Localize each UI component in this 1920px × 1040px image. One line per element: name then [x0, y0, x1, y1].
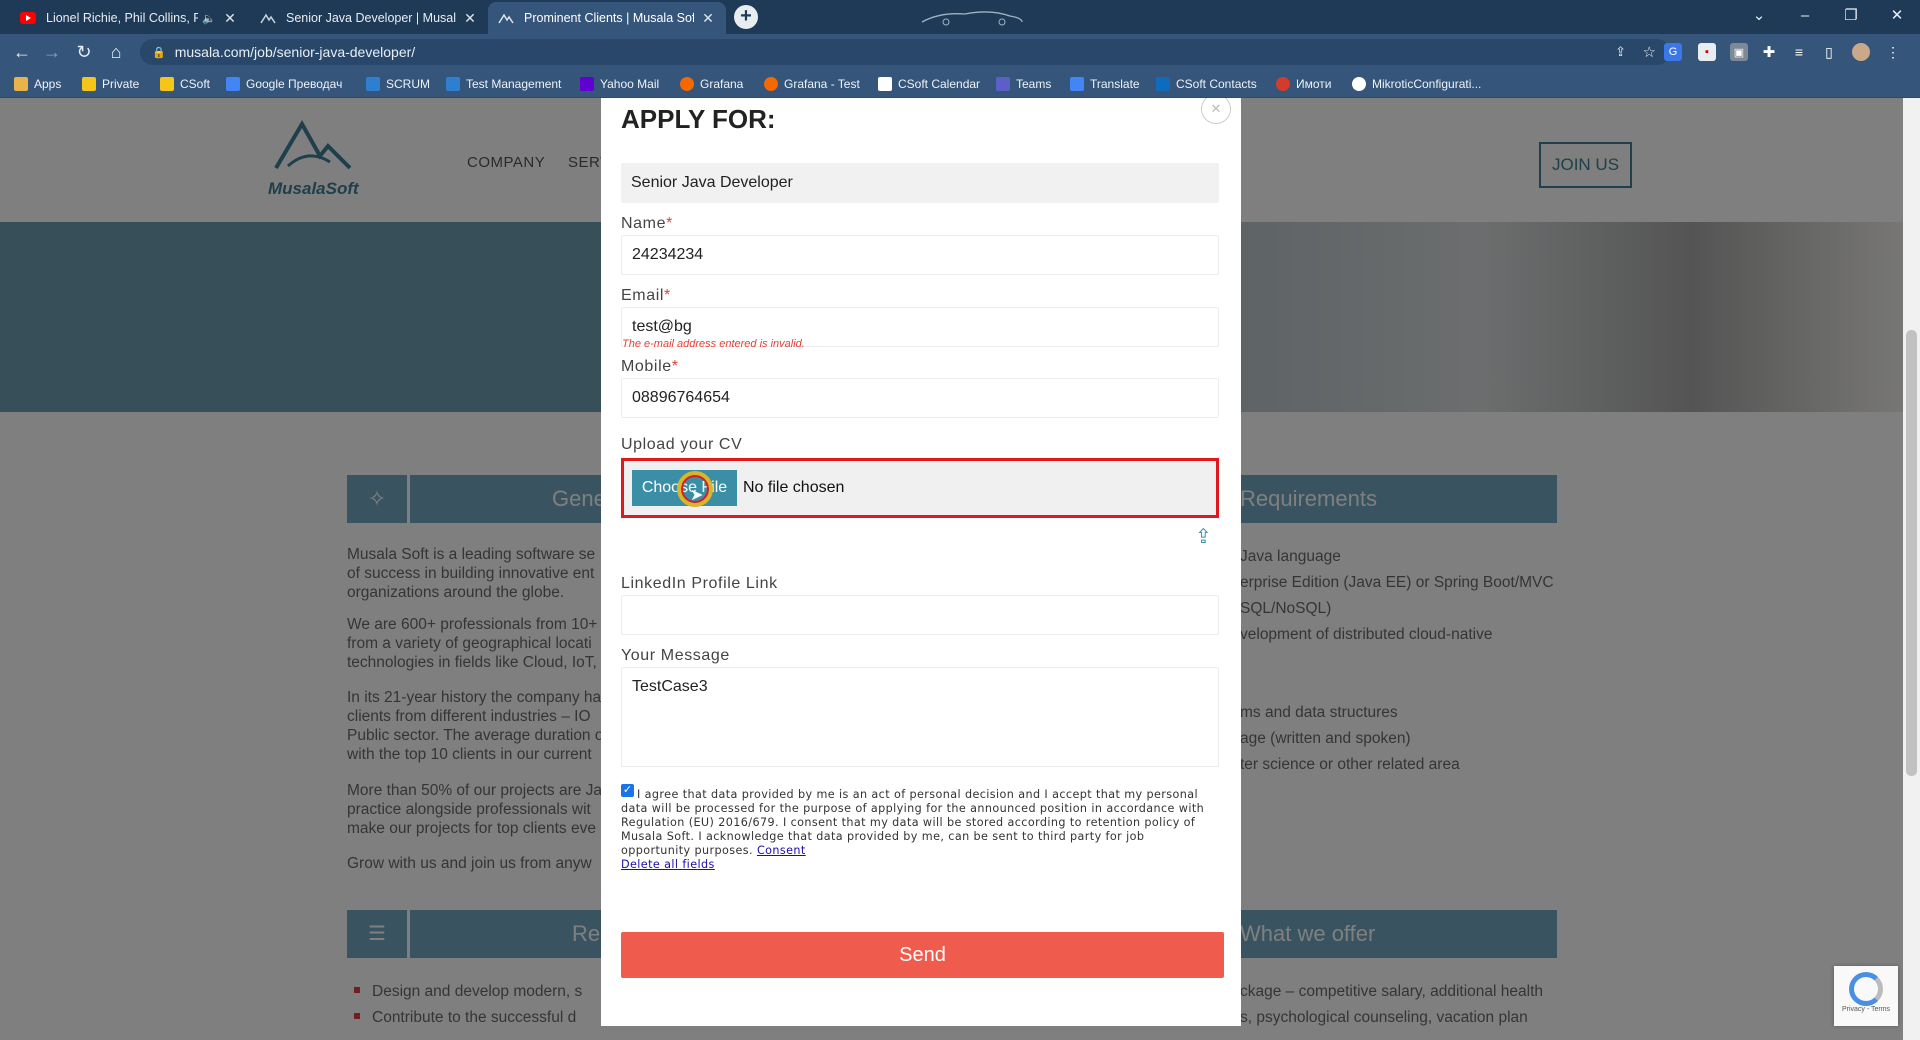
bookmark-apps[interactable]: Apps [14, 75, 61, 93]
bookmark-csoft-contacts[interactable]: CSoft Contacts [1156, 75, 1257, 93]
calendar-icon [878, 77, 892, 91]
jira-icon [446, 77, 460, 91]
musala-icon [260, 10, 276, 26]
bookmark-google-translate[interactable]: Google Преводач [226, 75, 342, 93]
audio-icon[interactable]: 🔈 [202, 12, 216, 25]
grafana-icon [680, 77, 694, 91]
close-tab-icon[interactable]: ✕ [462, 10, 478, 27]
name-label: Name* [621, 215, 673, 232]
google-translate-icon [226, 77, 240, 91]
extensions-icon[interactable]: ✚ [1760, 43, 1778, 61]
name-input[interactable]: 24234234 [621, 235, 1219, 275]
bookmarks-bar: Apps Private CSoft Google Преводач SCRUM… [0, 70, 1920, 98]
bookmark-test-management[interactable]: Test Management [446, 75, 561, 93]
bookmark-scrum[interactable]: SCRUM [366, 75, 430, 93]
bookmark-csoft-calendar[interactable]: CSoft Calendar [878, 75, 980, 93]
close-tab-icon[interactable]: ✕ [222, 10, 238, 27]
bookmark-grafana-test[interactable]: Grafana - Test [764, 75, 860, 93]
bookmark-mikrotik[interactable]: MikroticConfigurati... [1352, 75, 1481, 93]
url-text: musala.com/job/senior-java-developer/ [174, 44, 416, 60]
tab-prominent-clients[interactable]: Prominent Clients | Musala Soft ✕ [488, 2, 726, 34]
tab-senior-java[interactable]: Senior Java Developer | Musala S ✕ [250, 2, 488, 34]
forward-icon[interactable]: → [40, 40, 64, 64]
mobile-input[interactable]: 08896764654 [621, 378, 1219, 418]
browser-toolbar: ← → ↻ ⌂ 🔒 musala.com/job/senior-java-dev… [0, 34, 1920, 70]
back-icon[interactable]: ← [10, 40, 34, 64]
restore-button[interactable]: ❐ [1828, 0, 1874, 30]
translate-ext-icon[interactable]: G [1664, 43, 1682, 61]
imoti-icon [1276, 77, 1290, 91]
screen-ext-icon[interactable]: ▣ [1730, 43, 1748, 61]
translate-icon [1070, 77, 1084, 91]
bookmark-star-icon[interactable]: ☆ [1643, 43, 1656, 61]
cv-label: Upload your CV [621, 436, 743, 453]
home-icon[interactable]: ⌂ [104, 40, 128, 64]
scrollbar-thumb[interactable] [1906, 330, 1917, 776]
linkedin-input[interactable] [621, 595, 1219, 635]
apply-modal: APPLY FOR: ✕ Senior Java Developer Name*… [601, 98, 1241, 1026]
file-input-highlight[interactable]: Choose File No file chosen ➤ [621, 458, 1219, 518]
bookmark-teams[interactable]: Teams [996, 75, 1051, 93]
profile-avatar[interactable] [1852, 43, 1870, 61]
tab-title: Prominent Clients | Musala Soft [524, 11, 694, 25]
bookmark-grafana[interactable]: Grafana [680, 75, 743, 93]
youtube-icon [20, 10, 36, 26]
tab-youtube[interactable]: Lionel Richie, Phil Collins, Ro 🔈 ✕ [10, 2, 248, 34]
pdf-ext-icon[interactable]: ▪ [1698, 43, 1716, 61]
modal-heading: APPLY FOR: [621, 104, 776, 134]
new-tab-button[interactable]: + [734, 5, 758, 29]
yahoo-mail-icon [580, 77, 594, 91]
teams-icon [996, 77, 1010, 91]
grafana-icon [764, 77, 778, 91]
tab-title: Senior Java Developer | Musala S [286, 11, 456, 25]
consent-block: I agree that data provided by me is an a… [621, 788, 1211, 872]
lock-icon: 🔒 [152, 46, 166, 59]
bookmark-private[interactable]: Private [82, 75, 139, 93]
consent-link[interactable]: Consent [757, 844, 806, 857]
musala-icon [498, 10, 514, 26]
reload-icon[interactable]: ↻ [72, 40, 96, 64]
outlook-icon [1156, 77, 1170, 91]
jira-icon [366, 77, 380, 91]
mikrotik-icon [1352, 77, 1366, 91]
bookmark-yahoo-mail[interactable]: Yahoo Mail [580, 75, 659, 93]
close-tab-icon[interactable]: ✕ [700, 10, 716, 27]
no-file-chosen-text: No file chosen [743, 479, 845, 496]
tab-title: Lionel Richie, Phil Collins, Ro [46, 11, 199, 25]
upload-icon[interactable]: ⇪ [1195, 524, 1212, 549]
address-bar[interactable]: 🔒 musala.com/job/senior-java-developer/ … [140, 39, 1670, 65]
recaptcha-badge[interactable]: Privacy - Terms [1834, 966, 1898, 1026]
cursor-icon: ➤ [690, 487, 704, 504]
message-textarea[interactable]: TestCase3 [621, 667, 1219, 767]
close-window-button[interactable]: ✕ [1874, 0, 1920, 30]
consent-text: I agree that data provided by me is an a… [621, 788, 1205, 857]
delete-all-fields-link[interactable]: Delete all fields [621, 858, 715, 871]
linkedin-label: LinkedIn Profile Link [621, 575, 778, 592]
close-icon[interactable]: ✕ [1201, 98, 1231, 124]
folder-icon [160, 77, 174, 91]
folder-icon [82, 77, 96, 91]
bookmark-csoft[interactable]: CSoft [160, 75, 210, 93]
reading-list-icon[interactable]: ≡ [1790, 43, 1808, 61]
side-panel-icon[interactable]: ▯ [1820, 43, 1838, 61]
mobile-label: Mobile* [621, 358, 679, 375]
tab-strip: Lionel Richie, Phil Collins, Ro 🔈 ✕ Seni… [0, 0, 1920, 34]
share-icon[interactable]: ⇪ [1615, 44, 1626, 60]
email-label: Email* [621, 287, 671, 304]
recaptcha-icon [1849, 972, 1883, 1006]
menu-icon[interactable]: ⋮ [1884, 43, 1902, 61]
position-field: Senior Java Developer [621, 163, 1219, 203]
send-button[interactable]: Send [621, 932, 1224, 978]
message-label: Your Message [621, 647, 730, 664]
minimize-button[interactable]: – [1782, 0, 1828, 30]
apps-icon [14, 77, 28, 91]
tab-search-icon[interactable]: ⌄ [1736, 0, 1782, 30]
email-error-text: The e-mail address entered is invalid. [622, 338, 805, 350]
bookmark-imoti[interactable]: Имоти [1276, 75, 1331, 93]
bookmark-translate[interactable]: Translate [1070, 75, 1140, 93]
car-doodle-icon [920, 8, 1024, 31]
